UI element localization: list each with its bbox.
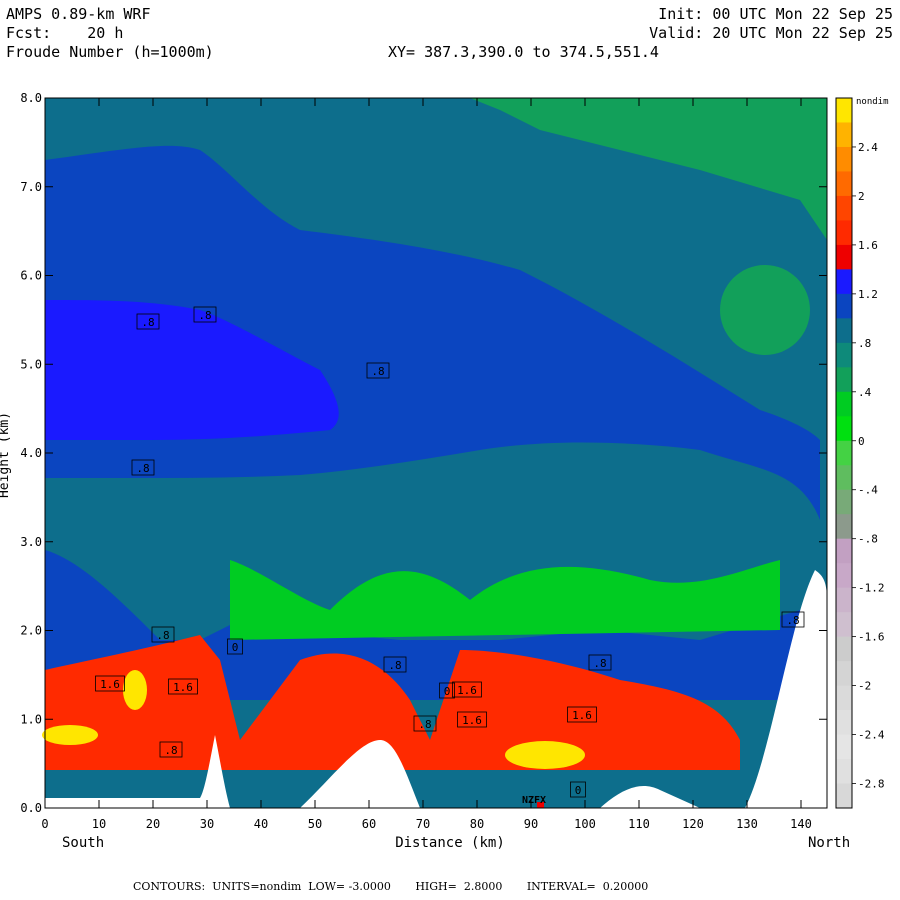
x-tick-label: 100 bbox=[574, 817, 596, 831]
y-tick-label: 3.0 bbox=[20, 535, 42, 549]
colorbar-segment bbox=[836, 293, 852, 319]
contour-label: .8 bbox=[786, 614, 799, 627]
colorbar-label: -1.6 bbox=[858, 631, 885, 644]
colorbar-segment bbox=[836, 563, 852, 589]
x-tick-label: 140 bbox=[790, 817, 812, 831]
contour-label: .8 bbox=[198, 309, 211, 322]
x-tick-label: 90 bbox=[524, 817, 538, 831]
yellow-core-left bbox=[42, 725, 98, 745]
colorbar-segment bbox=[836, 734, 852, 760]
colorbar-unit: nondim bbox=[856, 97, 889, 107]
colorbar-segment bbox=[836, 636, 852, 662]
y-tick-label: 2.0 bbox=[20, 624, 42, 638]
colorbar-segment bbox=[836, 514, 852, 540]
x-left-label: South bbox=[62, 835, 104, 851]
x-tick-label: 60 bbox=[362, 817, 376, 831]
contour-label: .8 bbox=[156, 629, 169, 642]
colorbar-segment bbox=[836, 269, 852, 295]
contour-label: .8 bbox=[371, 365, 384, 378]
contour-label: 0 bbox=[444, 685, 451, 698]
colorbar-label: -2.8 bbox=[858, 778, 885, 791]
green-pocket-north bbox=[720, 265, 810, 355]
colorbar-segment bbox=[836, 98, 852, 123]
x-tick-label: 40 bbox=[254, 817, 268, 831]
contour-label: 0 bbox=[232, 641, 239, 654]
colorbar-segment bbox=[836, 783, 852, 809]
contour-label: .8 bbox=[388, 659, 401, 672]
y-tick-label: 5.0 bbox=[20, 357, 42, 371]
colorbar-segment bbox=[836, 685, 852, 711]
colorbar-segment bbox=[836, 661, 852, 687]
colorbar-label: -.4 bbox=[858, 484, 878, 497]
x-tick-label: 110 bbox=[628, 817, 650, 831]
colorbar-segment bbox=[836, 465, 852, 491]
colorbar-segment bbox=[836, 489, 852, 515]
colorbar-label: 2.4 bbox=[858, 141, 878, 154]
colorbar-segment bbox=[836, 710, 852, 736]
colorbar-segment bbox=[836, 538, 852, 564]
colorbar-segment bbox=[836, 220, 852, 246]
x-tick-label: 70 bbox=[416, 817, 430, 831]
contour-label: 1.6 bbox=[100, 678, 120, 691]
colorbar-label: 1.6 bbox=[858, 239, 878, 252]
y-tick-label: 8.0 bbox=[20, 91, 42, 105]
contour-footer: CONTOURS: UNITS=nondim LOW= -3.0000 HIGH… bbox=[133, 880, 649, 893]
y-tick-label: 1.0 bbox=[20, 712, 42, 726]
y-tick-label: 4.0 bbox=[20, 446, 42, 460]
y-axis-label: Height (km) bbox=[0, 412, 12, 498]
station-marker: NZFX bbox=[522, 795, 546, 806]
colorbar-segment bbox=[836, 391, 852, 417]
colorbar-label: 2 bbox=[858, 190, 865, 203]
x-tick-label: 130 bbox=[736, 817, 758, 831]
colorbar-segment bbox=[836, 587, 852, 613]
froude-field bbox=[42, 98, 827, 808]
contour-label: 1.6 bbox=[173, 681, 193, 694]
colorbar-segment bbox=[836, 171, 852, 197]
colorbar-label: -1.2 bbox=[858, 582, 885, 595]
contour-label: .8 bbox=[418, 718, 431, 731]
colorbar-segment bbox=[836, 122, 852, 148]
colorbar-segment bbox=[836, 195, 852, 221]
contour-label: 1.6 bbox=[457, 684, 477, 697]
colorbar-label: -2 bbox=[858, 680, 871, 693]
colorbar-segment bbox=[836, 244, 852, 270]
contour-label: .8 bbox=[136, 462, 149, 475]
colorbar-segment bbox=[836, 146, 852, 172]
contour-label: 0 bbox=[575, 784, 582, 797]
x-tick-label: 80 bbox=[470, 817, 484, 831]
colorbar-label: .8 bbox=[858, 337, 871, 350]
colorbar: nondim 2.4 2 1.6 1.2 .8 .4 0 -.4 -.8 -1.2 -1.6 -2 -2.… bbox=[835, 97, 889, 809]
colorbar-label: 1.2 bbox=[858, 288, 878, 301]
colorbar-label: 0 bbox=[858, 435, 865, 448]
contour-label: .8 bbox=[141, 316, 154, 329]
x-tick-label: 120 bbox=[682, 817, 704, 831]
x-axis-label: Distance (km) bbox=[395, 835, 505, 851]
contour-label: .8 bbox=[164, 744, 177, 757]
colorbar-label: .4 bbox=[858, 386, 872, 399]
y-tick-label: 0.0 bbox=[20, 801, 42, 815]
contour-label: 1.6 bbox=[462, 714, 482, 727]
yellow-core-south bbox=[123, 670, 147, 710]
y-tick-label: 6.0 bbox=[20, 269, 42, 283]
y-tick-label: 7.0 bbox=[20, 180, 42, 194]
contour-label: .8 bbox=[593, 657, 606, 670]
colorbar-label: -2.4 bbox=[858, 729, 885, 742]
colorbar-segment bbox=[836, 367, 852, 393]
x-tick-label: 30 bbox=[200, 817, 214, 831]
colorbar-segment bbox=[836, 342, 852, 368]
contour-label: 1.6 bbox=[572, 709, 592, 722]
colorbar-segment bbox=[836, 612, 852, 638]
x-tick-label: 0 bbox=[41, 817, 48, 831]
x-tick-label: 50 bbox=[308, 817, 322, 831]
x-tick-label: 20 bbox=[146, 817, 160, 831]
x-tick-label: 10 bbox=[92, 817, 106, 831]
yellow-core-mid bbox=[505, 741, 585, 769]
colorbar-segment bbox=[836, 318, 852, 344]
x-right-label: North bbox=[808, 835, 850, 851]
cross-section-plot: 0 10 20 30 40 50 60 70 80 90 100 110 120 130 140 0.01.… bbox=[0, 91, 889, 851]
colorbar-segment bbox=[836, 440, 852, 466]
colorbar-label: -.8 bbox=[858, 533, 878, 546]
colorbar-segment bbox=[836, 416, 852, 442]
colorbar-segment bbox=[836, 759, 852, 785]
